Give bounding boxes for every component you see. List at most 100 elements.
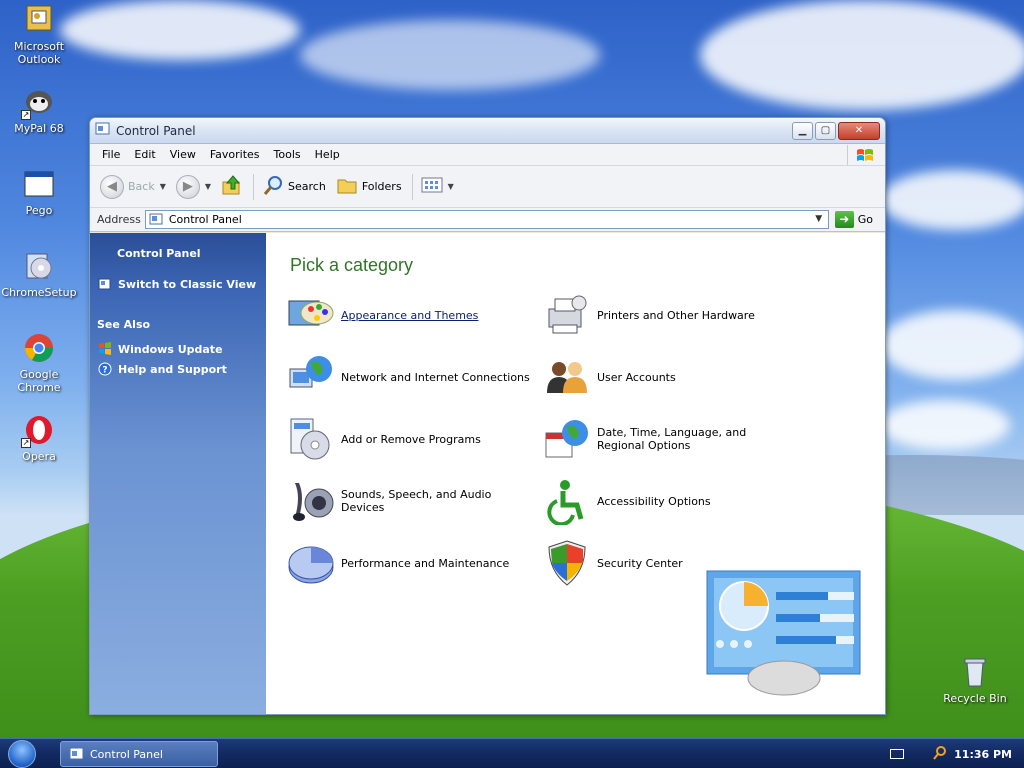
folder-up-icon (221, 174, 243, 199)
taskbar-button-control-panel[interactable]: Control Panel (60, 741, 218, 767)
category-sounds-speech-audio[interactable]: Sounds, Speech, and Audio Devices (287, 477, 535, 525)
control-panel-icon (95, 121, 111, 140)
recycle-bin-icon (959, 656, 991, 688)
menu-view[interactable]: View (163, 144, 203, 166)
outlook-icon (23, 4, 55, 36)
cloud (880, 400, 1010, 450)
security-shield-icon (543, 539, 591, 587)
address-label: Address (97, 213, 141, 226)
desktop-icon-label: Recycle Bin (943, 692, 1007, 705)
cloud (60, 0, 300, 60)
category-appearance-themes[interactable]: Appearance and Themes (287, 291, 535, 339)
cloud (880, 310, 1024, 380)
appearance-themes-icon (287, 291, 335, 339)
see-also-heading: See Also (97, 318, 151, 331)
desktop-icon-mypal[interactable]: ↗ MyPal 68 (0, 86, 78, 135)
windows-update-link[interactable]: Windows Update (90, 339, 266, 359)
desktop-icon-outlook[interactable]: Microsoft Outlook (0, 4, 78, 66)
category-add-remove-programs[interactable]: Add or Remove Programs (287, 415, 535, 463)
views-grid-icon (421, 176, 443, 197)
help-support-link[interactable]: ? Help and Support (90, 359, 266, 379)
category-performance-maintenance[interactable]: Performance and Maintenance (287, 539, 535, 587)
content-area: Control Panel Switch to Classic View See… (90, 233, 885, 714)
go-button[interactable]: ➜ Go (834, 211, 873, 228)
keyboard-icon[interactable] (890, 749, 905, 759)
help-icon: ? (97, 362, 112, 377)
address-bar: Address Control Panel ▼ ➜ Go (90, 208, 885, 232)
menu-edit[interactable]: Edit (127, 144, 162, 166)
cloud (880, 170, 1024, 230)
window-title: Control Panel (116, 123, 196, 138)
task-pane: Control Panel Switch to Classic View See… (90, 233, 266, 714)
search-button[interactable]: Search (262, 174, 326, 199)
chrome-icon (23, 332, 55, 364)
shortcut-arrow-icon: ↗ (21, 438, 31, 448)
system-tray: 11:36 PM (890, 739, 1024, 768)
desktop-icon-opera[interactable]: ↗ Opera (0, 414, 78, 463)
category-network-internet[interactable]: Network and Internet Connections (287, 353, 535, 401)
address-input[interactable]: Control Panel ▼ (144, 210, 829, 229)
forward-arrow-icon: ▶ (175, 174, 200, 199)
chevron-down-icon[interactable]: ▼ (205, 182, 211, 191)
cloud (300, 20, 600, 90)
date-time-globe-icon (543, 415, 591, 463)
toolbar-separator (253, 173, 255, 200)
category-printers-hardware[interactable]: Printers and Other Hardware (543, 291, 791, 339)
minimize-button[interactable]: ▁ (792, 121, 813, 140)
folders-icon (336, 174, 358, 199)
windows-flag-icon (847, 145, 881, 165)
window-app-icon (23, 168, 55, 200)
search-icon[interactable] (932, 745, 948, 764)
title-bar[interactable]: Control Panel ▁ ▢ ✕ (90, 118, 885, 144)
menu-tools[interactable]: Tools (267, 144, 308, 166)
clock[interactable]: 11:36 PM (954, 748, 1012, 761)
chevron-down-icon[interactable]: ▼ (448, 182, 454, 191)
switch-classic-view-link[interactable]: Switch to Classic View (90, 274, 266, 294)
desktop-icon-label: Microsoft Outlook (13, 40, 65, 66)
page-title: Pick a category (290, 255, 414, 275)
taskbar: Control Panel 11:36 PM (0, 738, 1024, 768)
speaker-icon (287, 477, 335, 525)
desktop-icon-label: Google Chrome (17, 368, 61, 394)
close-button[interactable]: ✕ (838, 121, 880, 140)
control-panel-icon (149, 212, 164, 227)
chevron-down-icon[interactable]: ▼ (160, 182, 166, 191)
forward-button[interactable]: ▶ ▼ (175, 174, 211, 199)
up-button[interactable] (221, 174, 243, 199)
menu-favorites[interactable]: Favorites (203, 144, 267, 166)
control-panel-window[interactable]: Control Panel ▁ ▢ ✕ File Edit View Favor… (89, 117, 886, 715)
desktop-icon-pego[interactable]: Pego (0, 168, 78, 217)
desktop-icon-label: MyPal 68 (14, 122, 64, 135)
category-user-accounts[interactable]: User Accounts (543, 353, 791, 401)
mypal-raccoon-icon: ↗ (21, 86, 55, 120)
menu-help[interactable]: Help (308, 144, 347, 166)
opera-icon: ↗ (21, 414, 55, 448)
desktop-icon-label: ChromeSetup (1, 286, 77, 299)
menu-file[interactable]: File (95, 144, 127, 166)
menu-bar: File Edit View Favorites Tools Help (90, 144, 885, 166)
start-button[interactable] (8, 740, 36, 768)
desktop-icon-chromesetup[interactable]: ChromeSetup (0, 250, 78, 299)
toolbar-separator (411, 173, 413, 200)
category-date-time-language[interactable]: Date, Time, Language, and Regional Optio… (543, 415, 791, 463)
category-accessibility[interactable]: Accessibility Options (543, 477, 791, 527)
search-icon (262, 174, 284, 199)
svg-text:?: ? (102, 366, 107, 376)
windows-update-icon (97, 342, 112, 357)
accessibility-icon (543, 477, 591, 527)
shortcut-arrow-icon: ↗ (21, 110, 31, 120)
chevron-down-icon[interactable]: ▼ (812, 212, 826, 227)
toolbar: ◀ Back ▼ ▶ ▼ Search Folders ▼ (90, 166, 885, 208)
desktop-icon-recycle-bin[interactable]: Recycle Bin (936, 656, 1014, 705)
address-value: Control Panel (168, 213, 242, 226)
user-accounts-icon (543, 353, 591, 401)
views-button[interactable]: ▼ (421, 176, 454, 197)
back-arrow-icon: ◀ (100, 174, 124, 199)
folders-button[interactable]: Folders (336, 174, 402, 199)
maximize-button[interactable]: ▢ (815, 121, 836, 140)
control-panel-artwork (706, 570, 861, 696)
installer-cd-icon (23, 250, 55, 282)
desktop-icon-chrome[interactable]: Google Chrome (0, 332, 78, 394)
back-button[interactable]: ◀ Back ▼ (100, 174, 166, 199)
desktop-icon-label: Pego (25, 204, 53, 217)
